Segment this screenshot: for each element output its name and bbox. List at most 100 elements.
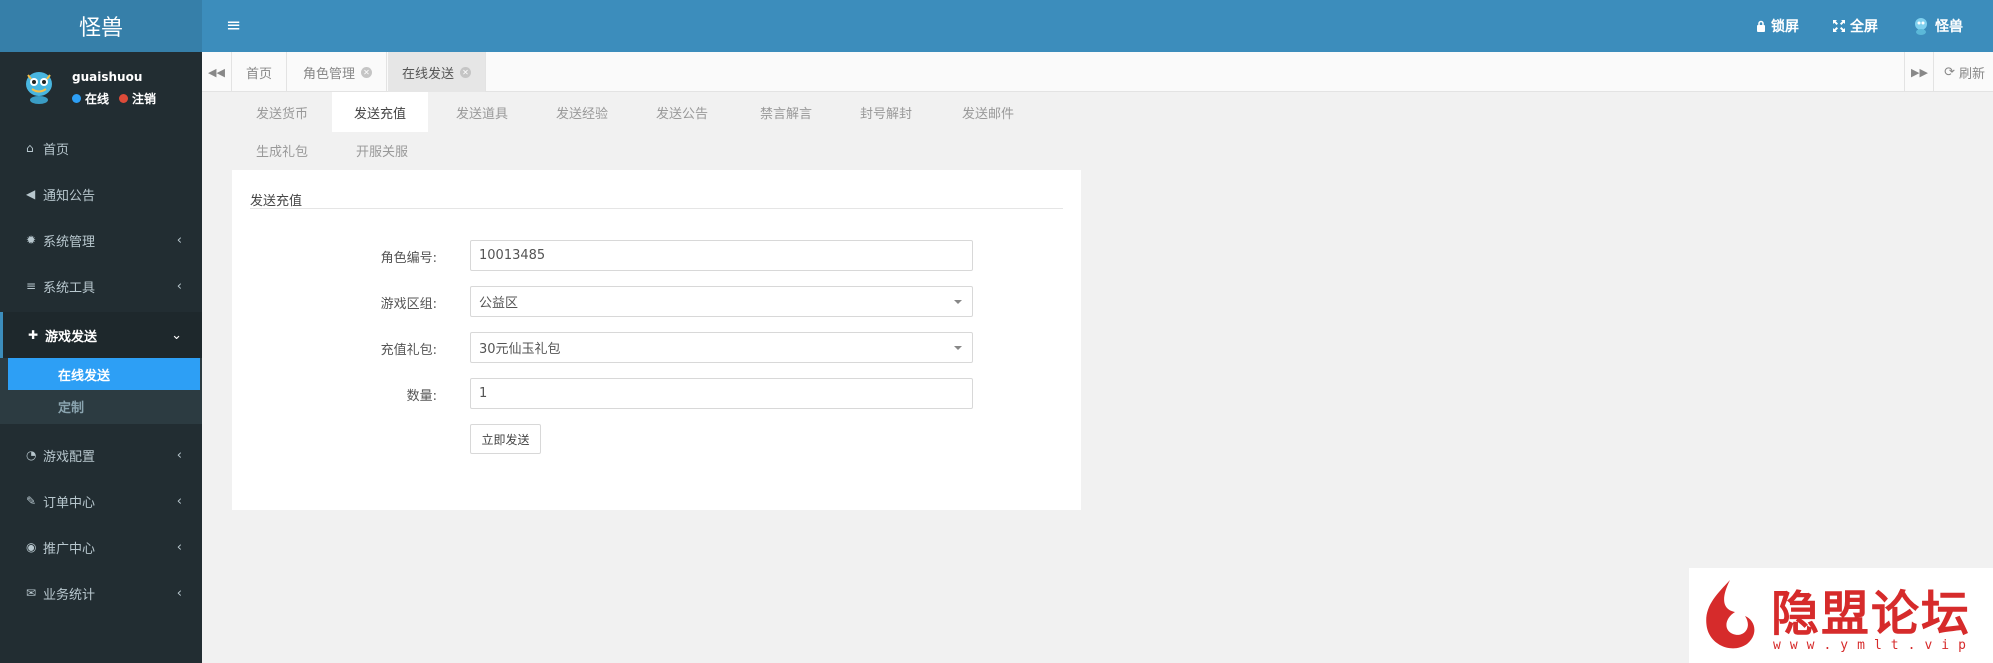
- close-icon[interactable]: ✕: [460, 66, 472, 78]
- sidebar-item-home[interactable]: ⌂ 首页: [0, 125, 202, 171]
- sidebar-subitem-custom[interactable]: 定制: [8, 390, 200, 422]
- watermark-logo-icon: [1706, 580, 1755, 649]
- recharge-package-label: 充值礼包:: [380, 343, 437, 358]
- fullscreen-label: 全屏: [1850, 19, 1878, 35]
- sidebar-item-label: 业务统计: [43, 587, 96, 603]
- send-now-button[interactable]: 立即发送: [470, 424, 541, 454]
- sidebar-item-label: 系统管理: [43, 234, 96, 250]
- chevron-left-icon: ‹: [176, 585, 182, 601]
- page-tab-bar: ◀◀ 首页 角色管理 ✕ 在线发送 ✕ ▶▶ ⟳ 刷新: [202, 52, 1993, 92]
- dashboard-icon: ◔: [26, 448, 37, 462]
- refresh-icon: ⟳: [1944, 64, 1955, 80]
- header-actions: 锁屏 全屏 怪兽: [1756, 0, 1963, 52]
- sidebar-item-notices[interactable]: ◀ 通知公告: [0, 171, 202, 217]
- chevron-left-icon: ‹: [176, 232, 182, 248]
- tab-send-exp[interactable]: 发送经验: [532, 92, 632, 132]
- user-menu-label: 怪兽: [1935, 19, 1963, 35]
- sidebar-item-label: 游戏发送: [45, 329, 98, 345]
- tab-send-announcement[interactable]: 发送公告: [632, 92, 732, 132]
- tab-scroll-right-icon[interactable]: ▶▶: [1904, 52, 1934, 92]
- recharge-form-panel: 发送充值 角色编号: 10013485 游戏区组: 公益区 充值礼包: 30元仙…: [232, 170, 1081, 510]
- sidebar: guaishuou 在线 注销 ⌂ 首页 ◀ 通知公告 ✹ 系统管理 ‹ ≡ 系…: [0, 52, 202, 663]
- quantity-input[interactable]: 1: [470, 378, 973, 409]
- role-id-input[interactable]: 10013485: [470, 240, 973, 271]
- chevron-left-icon: ‹: [176, 539, 182, 555]
- tab-ban[interactable]: 封号解封: [836, 92, 936, 132]
- gift-icon: ✚: [28, 328, 39, 342]
- divider: [250, 208, 1063, 209]
- tab-mute[interactable]: 禁言解言: [736, 92, 836, 132]
- chevron-left-icon: ‹: [176, 447, 182, 463]
- role-id-label: 角色编号:: [380, 251, 437, 266]
- sidebar-item-label: 通知公告: [43, 188, 96, 204]
- tab-generate-gift[interactable]: 生成礼包: [232, 130, 332, 170]
- watermark-url: www.ymlt.vip: [1773, 638, 1975, 653]
- user-status: 在线 注销: [72, 90, 156, 107]
- sidebar-item-label: 首页: [43, 142, 70, 158]
- server-group-select[interactable]: 公益区: [470, 286, 973, 317]
- tab-server-open-close[interactable]: 开服关服: [332, 130, 432, 170]
- user-name: guaishuou: [72, 70, 143, 84]
- home-icon: ⌂: [26, 141, 34, 155]
- sidebar-item-promotion[interactable]: ◉ 推广中心 ‹: [0, 524, 202, 570]
- chevron-down-icon: [954, 300, 962, 304]
- top-header: 怪兽 ≡ 锁屏 全屏 怪兽: [0, 0, 1993, 52]
- tab-send-currency[interactable]: 发送货币: [232, 92, 332, 132]
- tab-online-send[interactable]: 在线发送 ✕: [388, 52, 487, 92]
- lock-screen-label: 锁屏: [1771, 19, 1799, 35]
- sidebar-subitem-online-send[interactable]: 在线发送: [8, 358, 200, 390]
- sidebar-item-game-config[interactable]: ◔ 游戏配置 ‹: [0, 432, 202, 478]
- server-group-value: 公益区: [479, 296, 519, 311]
- menu-toggle-icon[interactable]: ≡: [226, 16, 244, 36]
- online-dot-icon: [72, 94, 81, 103]
- watermark-text: 隐盟论坛: [1771, 586, 1972, 642]
- tab-send-mail[interactable]: 发送邮件: [938, 92, 1038, 132]
- brush-icon: ✎: [26, 494, 37, 508]
- logout-link[interactable]: 注销: [132, 90, 156, 107]
- tab-send-item[interactable]: 发送道具: [432, 92, 532, 132]
- sidebar-item-statistics[interactable]: ✉ 业务统计 ‹: [0, 570, 202, 616]
- envelope-icon: ✉: [26, 586, 37, 600]
- lock-icon: [1757, 20, 1765, 32]
- online-label: 在线: [85, 92, 110, 106]
- sidebar-item-tools[interactable]: ≡ 系统工具 ‹: [0, 263, 202, 309]
- expand-icon: [1833, 20, 1845, 32]
- user-menu[interactable]: 怪兽: [1912, 16, 1963, 36]
- logout-icon[interactable]: [119, 94, 129, 103]
- recharge-package-value: 30元仙玉礼包: [479, 342, 561, 357]
- sidebar-item-game-send[interactable]: ✚ 游戏发送 ⌄: [0, 312, 202, 358]
- tab-send-recharge[interactable]: 发送充值: [332, 92, 428, 132]
- panel-title: 发送充值: [250, 194, 303, 209]
- close-icon[interactable]: ✕: [361, 66, 373, 78]
- user-panel: guaishuou 在线 注销: [0, 52, 202, 123]
- sidebar-submenu: 在线发送 定制: [0, 358, 202, 424]
- chevron-left-icon: ‹: [176, 278, 182, 294]
- list-icon: ≡: [26, 279, 37, 293]
- sidebar-item-label: 系统工具: [43, 280, 96, 296]
- sidebar-item-label: 游戏配置: [43, 449, 96, 465]
- refresh-label: 刷新: [1958, 66, 1985, 82]
- user-avatar-icon: [1915, 18, 1927, 35]
- server-group-label: 游戏区组:: [380, 297, 437, 312]
- avatar: [26, 72, 52, 104]
- sidebar-item-system[interactable]: ✹ 系统管理 ‹: [0, 217, 202, 263]
- app-logo[interactable]: 怪兽: [0, 0, 202, 52]
- chevron-down-icon: [954, 346, 962, 350]
- tab-role-management[interactable]: 角色管理 ✕: [289, 52, 388, 92]
- tab-label: 角色管理: [303, 66, 356, 82]
- tab-scroll-left-icon[interactable]: ◀◀: [202, 52, 232, 92]
- tab-label: 首页: [246, 66, 273, 82]
- sidebar-item-orders[interactable]: ✎ 订单中心 ‹: [0, 478, 202, 524]
- tab-home[interactable]: 首页: [232, 52, 288, 92]
- chevron-left-icon: ‹: [176, 493, 182, 509]
- tab-label: 在线发送: [402, 66, 455, 82]
- fullscreen-button[interactable]: 全屏: [1833, 16, 1878, 36]
- recharge-package-select[interactable]: 30元仙玉礼包: [470, 332, 973, 363]
- sidebar-item-label: 推广中心: [43, 541, 96, 557]
- sidebar-item-label: 订单中心: [43, 495, 96, 511]
- lock-screen-button[interactable]: 锁屏: [1756, 16, 1799, 36]
- watermark: 隐盟论坛 www.ymlt.vip: [1689, 568, 1993, 663]
- eye-icon: ◉: [26, 540, 37, 554]
- gear-icon: ✹: [26, 233, 37, 247]
- refresh-button[interactable]: ⟳ 刷新: [1933, 52, 1985, 92]
